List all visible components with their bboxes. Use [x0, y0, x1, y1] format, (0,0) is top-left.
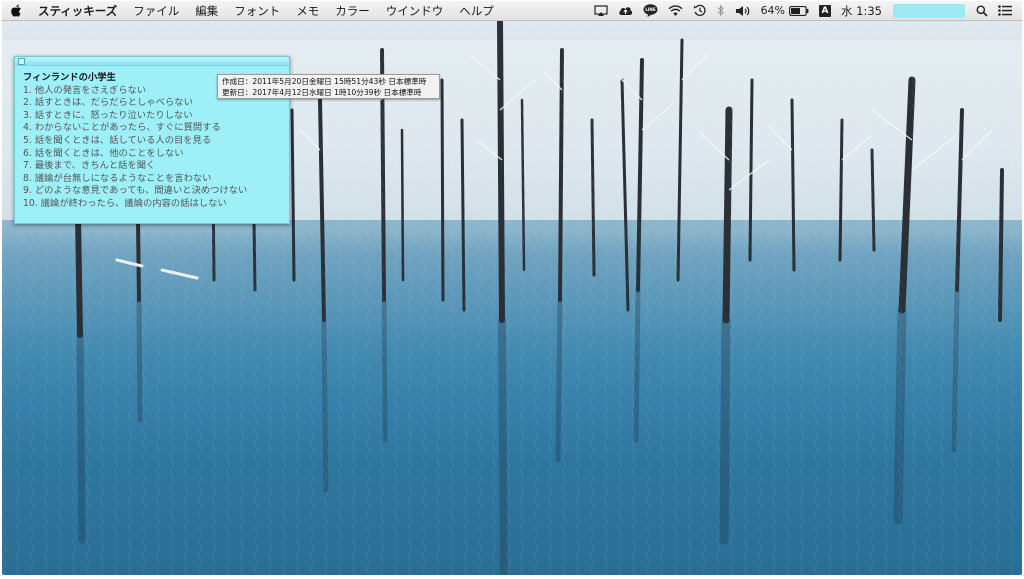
menu-extra-field[interactable]	[893, 3, 965, 18]
menu-font[interactable]: フォント	[226, 1, 288, 21]
tooltip-created-date: 作成日：2011年5月20日金曜日 15時51分43秒 日本標準時	[222, 77, 427, 86]
note-line: 4. わからないことがあったら、すぐに質問する	[23, 122, 221, 134]
battery-percent: 64%	[760, 4, 786, 17]
line-app-label: LINE	[645, 7, 656, 12]
time-machine-menu[interactable]	[688, 1, 712, 21]
note-line: 3. 話すときに、怒ったり泣いたりしない	[23, 109, 193, 121]
screen: スティッキーズ ファイル 編集 フォント メモ カラー ウインドウ ヘルプ LI…	[0, 0, 1024, 579]
bluetooth-icon	[717, 4, 724, 17]
note-info-tooltip: 作成日：2011年5月20日金曜日 15時51分43秒 日本標準時 更新日：20…	[217, 74, 440, 99]
line-app-icon: LINE	[643, 4, 658, 17]
note-line: 10. 議論が終わったら、議論の内容の話はしない	[23, 197, 227, 209]
airplay-menu[interactable]	[589, 1, 613, 21]
airplay-icon	[593, 4, 608, 16]
volume-icon	[735, 5, 749, 16]
wifi-menu[interactable]	[663, 1, 688, 21]
menu-color[interactable]: カラー	[327, 1, 378, 21]
notification-center-icon	[998, 5, 1012, 16]
menu-file[interactable]: ファイル	[125, 1, 187, 21]
app-menu[interactable]: スティッキーズ	[30, 1, 125, 21]
notification-center-menu[interactable]	[993, 1, 1022, 21]
clock: 水 1:35	[841, 3, 882, 18]
search-icon	[976, 5, 988, 17]
menu-window[interactable]: ウインドウ	[378, 1, 452, 21]
battery-menu[interactable]: 64%	[756, 1, 814, 21]
time-machine-icon	[693, 4, 706, 16]
note-line: 6. 話を聞くときは、他のことをしない	[23, 147, 184, 159]
tooltip-modified-date: 更新日：2017年4月12日水曜日 1時10分39秒 日本標準時	[222, 88, 422, 97]
clock-menu[interactable]: 水 1:35	[836, 1, 887, 21]
note-line: 2. 話すときは、だらだらとしゃべらない	[23, 97, 193, 109]
battery-icon	[789, 5, 809, 16]
note-line: 9. どのような意見であっても、間違いと決めつけない	[23, 185, 248, 197]
note-line: 7. 最後まで、きちんと話を聞く	[23, 160, 156, 172]
menu-edit[interactable]: 編集	[187, 1, 226, 21]
note-line: 8. 議論が台無しになるようなことを言わない	[23, 172, 212, 184]
cloud-menu[interactable]	[613, 1, 638, 21]
input-source-menu[interactable]: A	[814, 1, 836, 21]
wifi-icon	[668, 4, 683, 16]
sticky-titlebar[interactable]	[15, 57, 289, 66]
menu-note[interactable]: メモ	[288, 1, 327, 21]
volume-menu[interactable]	[730, 1, 756, 21]
spotlight-menu[interactable]	[971, 1, 993, 21]
bluetooth-menu[interactable]	[712, 1, 730, 21]
menu-bar: スティッキーズ ファイル 編集 フォント メモ カラー ウインドウ ヘルプ LI…	[2, 1, 1022, 21]
apple-logo-icon	[10, 4, 21, 17]
line-menu[interactable]: LINE	[638, 1, 663, 21]
input-source-icon: A	[819, 4, 832, 17]
sticky-close-button[interactable]	[18, 58, 25, 65]
apple-menu[interactable]	[2, 1, 30, 21]
cloud-upload-icon	[618, 7, 632, 15]
status-area: LINE 64% A 水 1:35	[589, 1, 1022, 21]
menu-help[interactable]: ヘルプ	[451, 1, 502, 21]
note-line: 5. 話を聞くときは、話している人の目を見る	[23, 134, 212, 146]
